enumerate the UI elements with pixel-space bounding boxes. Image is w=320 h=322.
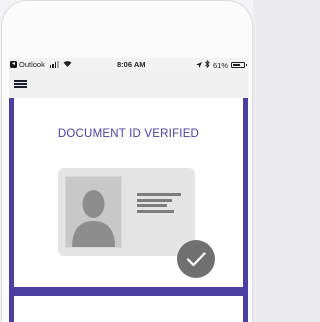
bluetooth-icon <box>205 59 210 70</box>
hamburger-menu-icon[interactable] <box>14 80 27 88</box>
location-icon <box>195 61 202 70</box>
content-area: DOCUMENT ID VERIFIED <box>9 98 248 322</box>
back-app-label: Outlook <box>19 60 45 69</box>
page-title: DOCUMENT ID VERIFIED <box>57 128 200 140</box>
battery-percent: 61% <box>212 60 228 70</box>
id-text-line <box>137 204 167 207</box>
id-text-line <box>137 199 172 202</box>
person-silhouette-icon <box>65 176 122 248</box>
checkmark-circle-icon <box>177 240 215 278</box>
id-card-illustration <box>58 168 195 256</box>
battery-icon <box>231 62 247 68</box>
status-bar: ◂ Outlook 8:06 AM 61% <box>9 58 248 72</box>
status-time: 8:06 AM <box>117 60 146 69</box>
id-text-line <box>137 193 181 196</box>
signal-icon <box>49 61 59 68</box>
back-arrow-icon: ◂ <box>10 61 17 68</box>
next-card <box>14 296 243 322</box>
status-right: 61% <box>195 59 247 70</box>
id-text-line <box>137 210 174 213</box>
device: ◂ Outlook 8:06 AM 61% DOCUMENT ID VERIFI… <box>0 0 253 322</box>
nav-bar <box>9 72 248 98</box>
app-screen: ◂ Outlook 8:06 AM 61% DOCUMENT ID VERIFI… <box>9 58 248 322</box>
wifi-icon <box>63 60 72 69</box>
back-to-app[interactable]: ◂ Outlook <box>10 60 72 69</box>
verification-card: DOCUMENT ID VERIFIED <box>14 98 243 287</box>
